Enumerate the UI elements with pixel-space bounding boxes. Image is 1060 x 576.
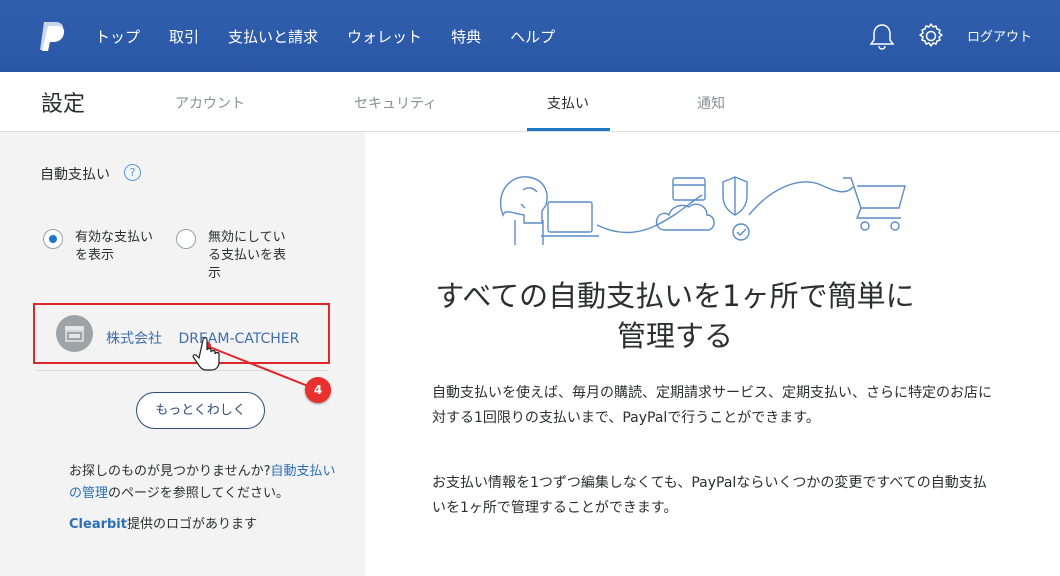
clearbit-credit: Clearbit提供のロゴがあります	[69, 517, 257, 532]
not-found-text: お探しのものが見つかりませんか?自動支払いの管理のページを参照してください。	[69, 464, 336, 501]
autopay-illustration-icon	[499, 176, 906, 245]
nav-top[interactable]: トップ	[95, 26, 140, 47]
radio-show-active[interactable]	[43, 229, 63, 249]
logout-link[interactable]: ログアウト	[967, 26, 1032, 45]
tab-security[interactable]: セキュリティ	[354, 93, 437, 113]
merchant-link[interactable]: 株式会社 DREAM-CATCHER	[106, 328, 299, 348]
autopay-label: 自動支払い	[40, 167, 110, 183]
learn-more-button[interactable]: もっとくわしく	[136, 392, 265, 429]
radio-show-inactive-label[interactable]: 無効にしてい る支払いを表 示	[208, 229, 286, 283]
nav-payments-billing[interactable]: 支払いと請求	[228, 26, 318, 47]
radio-show-active-label[interactable]: 有効な支払い を表示	[75, 229, 153, 265]
clearbit-brand: Clearbit	[69, 517, 127, 532]
nav-wallet[interactable]: ウォレット	[347, 26, 422, 47]
divider	[36, 370, 328, 371]
autopay-intro-panel: すべての自動支払いを1ヶ所で簡単に管理する 自動支払いを使えば、毎月の購読、定期…	[365, 132, 1060, 576]
intro-paragraph-1: 自動支払いを使えば、毎月の購読、定期請求サービス、定期支払い、さらに特定のお店に…	[432, 385, 992, 426]
store-icon	[65, 326, 84, 342]
tab-notifications[interactable]: 通知	[697, 93, 725, 113]
page-title: 設定	[41, 92, 86, 117]
intro-paragraph-2: お支払い情報を1つずつ編集しなくても、PayPalならいくつかの変更ですべての自…	[432, 475, 987, 516]
tab-payments[interactable]: 支払い	[547, 93, 589, 113]
gear-icon[interactable]	[917, 22, 945, 50]
top-navigation-bar: トップ 取引 支払いと請求 ウォレット 特典 ヘルプ ログアウト	[0, 0, 1060, 72]
annotation-badge: 4	[305, 377, 331, 403]
main-nav: トップ 取引 支払いと請求 ウォレット 特典 ヘルプ	[95, 0, 584, 72]
active-tab-indicator	[527, 128, 610, 131]
settings-header: 設定 アカウント セキュリティ 支払い 通知	[0, 72, 1060, 132]
help-icon[interactable]: ?	[124, 164, 141, 181]
nav-rewards[interactable]: 特典	[451, 26, 481, 47]
bell-icon[interactable]	[869, 22, 895, 50]
nav-transactions[interactable]: 取引	[169, 26, 199, 47]
autopay-sidebar: 自動支払い ? 有効な支払い を表示 無効にしてい る支払いを表 示 株式会社 …	[0, 132, 365, 576]
nav-help[interactable]: ヘルプ	[510, 26, 555, 47]
tab-account[interactable]: アカウント	[175, 93, 245, 113]
radio-show-inactive[interactable]	[176, 229, 196, 249]
headline: すべての自動支払いを1ヶ所で簡単に管理する	[435, 279, 915, 353]
merchant-avatar[interactable]	[56, 315, 93, 352]
paypal-logo-icon[interactable]	[38, 20, 68, 52]
